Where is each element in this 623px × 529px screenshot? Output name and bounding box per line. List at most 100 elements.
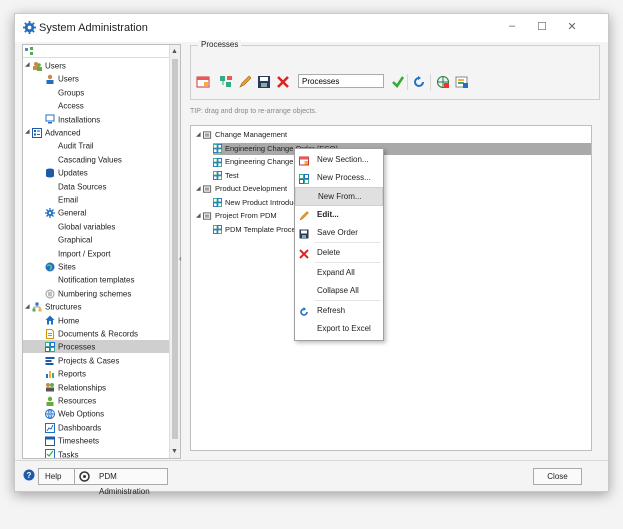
process-row[interactable]: Engineering Change Re (213, 156, 305, 168)
menu-item-label: Export to Excel (317, 324, 371, 333)
home-icon (45, 315, 55, 325)
process-section-row[interactable]: ◢ Product Development (196, 183, 287, 195)
sidebar-item-dashboards[interactable]: Dashboards (45, 421, 101, 434)
new-process-icon[interactable] (219, 75, 233, 89)
hash-icon (45, 289, 55, 299)
menu-item-label: New Process... (317, 173, 371, 182)
process-section-row[interactable]: ◢ Project From PDM (196, 210, 277, 222)
menu-item-label: Edit... (317, 210, 339, 219)
maximize-button[interactable]: ☐ (535, 20, 549, 33)
menu-item-new-section[interactable]: New Section... (295, 151, 383, 168)
expand-arrow-icon[interactable]: ◢ (196, 129, 203, 141)
sidebar-item-data-sources[interactable]: Data Sources (58, 180, 106, 193)
sidebar-item-timesheets[interactable]: Timesheets (45, 434, 99, 447)
sidebar-item-sites[interactable]: Sites (45, 260, 76, 273)
menu-item-export-to-excel[interactable]: Export to Excel (295, 320, 383, 337)
scroll-thumb[interactable] (172, 59, 178, 439)
expand-arrow-icon[interactable]: ◢ (196, 210, 203, 222)
sidebar-item-installations[interactable]: Installations (45, 113, 100, 126)
expand-arrow-icon[interactable]: ◢ (25, 301, 32, 314)
sidebar-item-processes[interactable]: Processes (23, 340, 169, 354)
sidebar-item-tasks[interactable]: Tasks (45, 448, 78, 458)
new-section-icon[interactable] (196, 75, 210, 89)
scroll-up-icon[interactable]: ▲ (171, 48, 178, 55)
save-icon[interactable] (257, 75, 271, 89)
sidebar-item-numbering-schemes[interactable]: Numbering schemes (45, 287, 131, 300)
menu-item-new-from[interactable]: New From... (295, 187, 383, 206)
advanced-icon (32, 127, 42, 138)
sidebar-item-updates[interactable]: Updates (45, 166, 88, 179)
process-icon (213, 171, 222, 181)
sidebar-item-projects-cases[interactable]: Projects & Cases (45, 354, 119, 367)
menu-item-expand-all[interactable]: Expand All (295, 264, 383, 281)
tree-scrollbar[interactable]: ▲ ▼ (169, 45, 180, 458)
sidebar-item-graphical[interactable]: Graphical (58, 233, 92, 246)
process-row[interactable]: PDM Template Process (213, 224, 303, 236)
process-row-label: PDM Template Process (225, 224, 304, 234)
sidebar-item-web-options[interactable]: Web Options (45, 407, 104, 420)
help-button[interactable]: Help (38, 468, 75, 485)
expand-arrow-icon[interactable]: ◢ (25, 126, 32, 139)
refresh-icon[interactable] (412, 75, 426, 89)
minimize-button[interactable]: – (505, 20, 519, 32)
tree-root-icon (25, 47, 33, 55)
menu-item-save-order[interactable]: Save Order (295, 224, 383, 241)
sidebar-item-users[interactable]: ◢ Users (25, 59, 66, 72)
sidebar-item-audit-trail[interactable]: Audit Trail (58, 139, 94, 152)
sidebar-item-access[interactable]: Access (58, 99, 84, 112)
menu-item-label: Expand All (317, 268, 355, 277)
expand-arrow-icon[interactable]: ◢ (196, 183, 203, 195)
toolbar-separator (430, 74, 431, 90)
sidebar-item-import-export[interactable]: Import / Export (58, 247, 110, 260)
expand-arrow-icon[interactable]: ◢ (25, 59, 32, 72)
sidebar-item-email[interactable]: Email (58, 193, 78, 206)
sidebar-item-label: Graphical (58, 235, 93, 245)
navigation-tree-panel[interactable]: ◢ Users Users Groups Access Installations ◢ Adv… (22, 44, 181, 459)
sidebar-item-documents-records[interactable]: Documents & Records (45, 327, 138, 340)
sidebar-item-notification-templates[interactable]: Notification templates (58, 273, 134, 286)
menu-item-edit[interactable]: Edit... (295, 206, 383, 223)
pdm-administration-button[interactable]: PDM Administration (74, 468, 168, 496)
close-button[interactable]: Close (533, 468, 582, 485)
web-globe-icon[interactable] (436, 75, 450, 89)
sidebar-item-cascading-values[interactable]: Cascading Values (58, 153, 122, 166)
menu-item-label: New From... (318, 192, 362, 201)
delete-icon[interactable] (276, 75, 290, 89)
process-row[interactable]: New Product Introduct (213, 197, 299, 209)
sidebar-item-reports[interactable]: Reports (45, 367, 86, 380)
edit-icon[interactable] (238, 75, 252, 89)
sidebar-item-advanced[interactable]: ◢ Advanced (25, 126, 81, 139)
sidebar-item-users[interactable]: Users (45, 72, 79, 85)
sidebar-item-groups[interactable]: Groups (58, 86, 84, 99)
apply-check-icon[interactable] (391, 75, 405, 89)
sidebar-item-label: Global variables (58, 222, 116, 232)
process-section-row[interactable]: ◢ Change Management (196, 129, 287, 141)
menu-item-delete[interactable]: Delete (295, 244, 383, 261)
menu-item-refresh[interactable]: Refresh (295, 302, 383, 319)
sidebar-item-home[interactable]: Home (45, 314, 79, 327)
close-window-button[interactable]: ✕ (565, 20, 579, 33)
sidebar-item-label: Structures (45, 302, 82, 312)
menu-item-new-process[interactable]: New Process... (295, 169, 383, 186)
sidebar-item-label: Email (58, 195, 79, 205)
menu-item-label: Save Order (317, 228, 358, 237)
process-row[interactable]: Test (213, 170, 239, 182)
process-name-input[interactable] (298, 74, 384, 88)
process-tree-panel[interactable]: ◢ Change Management Engineering Change Ord… (190, 125, 592, 451)
sidebar-item-label: Cascading Values (58, 155, 122, 165)
panel-collapse-icon[interactable]: ‹ (179, 254, 182, 263)
refresh-icon (299, 306, 309, 316)
menu-item-collapse-all[interactable]: Collapse All (295, 282, 383, 299)
menu-separator (315, 262, 380, 263)
sidebar-item-general[interactable]: General (45, 206, 86, 219)
sidebar-item-structures[interactable]: ◢ Structures (25, 300, 81, 313)
export-icon[interactable] (455, 75, 469, 89)
sidebar-item-global-variables[interactable]: Global variables (58, 220, 115, 233)
sidebar-item-relationships[interactable]: Relationships (45, 381, 106, 394)
window-title: System Administration (39, 22, 148, 34)
sidebar-item-label: Updates (58, 168, 88, 178)
help-icon[interactable]: ? (23, 469, 35, 481)
process-row[interactable]: Engineering Change Order (ECO) (213, 142, 591, 155)
scroll-down-icon[interactable]: ▼ (171, 448, 178, 455)
sidebar-item-resources[interactable]: Resources (45, 394, 96, 407)
